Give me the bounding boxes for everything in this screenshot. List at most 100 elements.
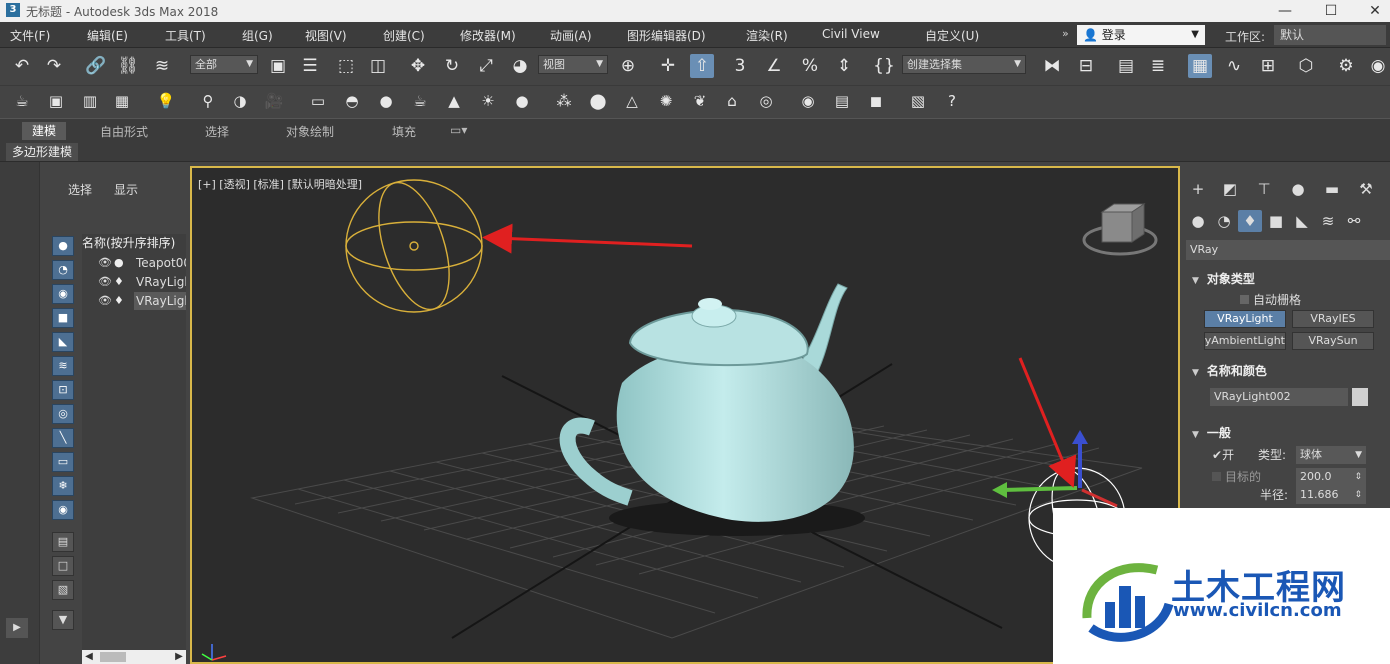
light-type-dropdown[interactable]: VRay xyxy=(1186,240,1390,260)
perspective-viewport[interactable]: [+] [透视] [标准] [默认明暗处理] xyxy=(190,166,1180,664)
menu-rendering[interactable]: 渲染(R) xyxy=(746,27,788,44)
align-icon[interactable]: ⊟ xyxy=(1074,54,1098,78)
rollout-general[interactable]: ▼ 一般 xyxy=(1192,424,1231,441)
menu-group[interactable]: 组(G) xyxy=(242,27,273,44)
vray-material-ball-icon[interactable]: ◉ xyxy=(796,89,820,113)
shapes-category-icon[interactable]: ◔ xyxy=(1212,210,1236,232)
scale-icon[interactable]: ⤢ xyxy=(474,54,498,78)
eye-icon[interactable]: 👁 xyxy=(98,292,112,310)
list-item[interactable]: 👁 ♦ VRayLight001 xyxy=(82,273,186,291)
filter-groups-icon[interactable]: ⊡ xyxy=(52,380,74,400)
vray-grid-icon[interactable]: ▦ xyxy=(110,89,134,113)
vray-tools-icon[interactable]: ▧ xyxy=(906,89,930,113)
keyboard-shortcut-override-icon[interactable]: ⇧ xyxy=(690,54,714,78)
vray-sphere-half-icon[interactable]: ◑ xyxy=(228,89,252,113)
object-color-swatch[interactable] xyxy=(1352,388,1368,406)
list-header[interactable]: 名称(按升序排序) xyxy=(82,234,186,252)
percent-snap-icon[interactable]: % xyxy=(798,54,822,78)
maximize-button[interactable]: ☐ xyxy=(1316,2,1346,20)
rendered-frame-window-icon[interactable]: ◉ xyxy=(1366,54,1390,78)
help-icon[interactable]: ? xyxy=(940,89,964,113)
vray-color-picker-icon[interactable]: ◼ xyxy=(864,89,888,113)
vray-dome-light-icon[interactable]: ◓ xyxy=(340,89,364,113)
create-tab-icon[interactable]: + xyxy=(1186,178,1210,200)
menu-modifiers[interactable]: 修改器(M) xyxy=(460,27,516,44)
mirror-icon[interactable]: ⧓ xyxy=(1040,54,1064,78)
menu-customize[interactable]: 自定义(U) xyxy=(925,27,979,44)
expand-panel-icon[interactable]: ▶ xyxy=(6,618,28,638)
polygon-modeling-label[interactable]: 多边形建模 xyxy=(6,143,79,161)
targeted-checkbox[interactable]: 目标的 xyxy=(1212,468,1261,485)
filter-hidden-icon[interactable]: ◉ xyxy=(52,500,74,520)
vray-vrmat-icon[interactable]: ◎ xyxy=(754,89,778,113)
tab-populate[interactable]: 填充 xyxy=(392,123,416,140)
angle-snap-icon[interactable]: ∠ xyxy=(762,54,786,78)
tab-select[interactable]: 选择 xyxy=(68,181,92,198)
filter-all-icon[interactable]: ▤ xyxy=(52,532,74,552)
viewport-label[interactable]: [+] [透视] [标准] [默认明暗处理] xyxy=(198,176,362,192)
bind-space-warp-icon[interactable]: ≋ xyxy=(150,54,174,78)
filter-containers-icon[interactable]: ▭ xyxy=(52,452,74,472)
rotate-icon[interactable]: ↻ xyxy=(440,54,464,78)
filter-shapes-icon[interactable]: ◔ xyxy=(52,260,74,280)
filter-invert-icon[interactable]: ▧ xyxy=(52,580,74,600)
filter-spacewarps-icon[interactable]: ≋ xyxy=(52,356,74,376)
on-checkbox[interactable]: ✔开 xyxy=(1212,446,1234,463)
spacewarps-category-icon[interactable]: ≋ xyxy=(1316,210,1340,232)
vray-sphere-light-icon[interactable]: ● xyxy=(374,89,398,113)
vray-sphere-fade-icon[interactable]: ✺ xyxy=(654,89,678,113)
tab-display[interactable]: 显示 xyxy=(114,181,138,198)
pivot-center-icon[interactable]: ⊕ xyxy=(616,54,640,78)
vray-proxy-icon[interactable]: ⬤ xyxy=(586,89,610,113)
curve-editor-icon[interactable]: ∿ xyxy=(1222,54,1246,78)
geometry-category-icon[interactable]: ● xyxy=(1186,210,1210,232)
filter-none-icon[interactable]: □ xyxy=(52,556,74,576)
tab-modeling[interactable]: 建模 xyxy=(22,122,67,140)
menu-graph-editors[interactable]: 图形编辑器(D) xyxy=(627,27,706,44)
render-setup-icon[interactable]: ⚙ xyxy=(1334,54,1358,78)
material-editor-icon[interactable]: ⬡ xyxy=(1294,54,1318,78)
menu-overflow-icon[interactable]: » xyxy=(1062,27,1069,40)
filter-helpers-icon[interactable]: ◣ xyxy=(52,332,74,352)
vrayambientlight-button[interactable]: VRayAmbientLight xyxy=(1204,332,1286,350)
lights-category-icon[interactable]: ♦ xyxy=(1238,210,1262,232)
helpers-category-icon[interactable]: ◣ xyxy=(1290,210,1314,232)
filter-frozen-icon[interactable]: ❄ xyxy=(52,476,74,496)
tab-freeform[interactable]: 自由形式 xyxy=(100,123,148,140)
vray-light-lister-icon[interactable]: 💡 xyxy=(154,89,178,113)
menu-civil-view[interactable]: Civil View xyxy=(822,27,880,41)
scroll-left-icon[interactable]: ◀ xyxy=(82,650,96,664)
menu-tools[interactable]: 工具(T) xyxy=(165,27,206,44)
vray-teapot-icon[interactable]: ☕ xyxy=(10,89,34,113)
vray-fur-icon[interactable]: ⁂ xyxy=(552,89,576,113)
vray-hdri-icon[interactable]: ⌂ xyxy=(720,89,744,113)
close-button[interactable]: ✕ xyxy=(1360,2,1390,20)
vraysun-button[interactable]: VRaySun xyxy=(1292,332,1374,350)
filter-xrefs-icon[interactable]: ◎ xyxy=(52,404,74,424)
radius-spinner[interactable]: 11.686 ⇕ xyxy=(1296,486,1366,504)
login-dropdown[interactable]: 👤 登录 ▼ xyxy=(1077,25,1205,45)
light-shape-dropdown[interactable]: 球体 ▼ xyxy=(1296,446,1366,464)
display-tab-icon[interactable]: ▬ xyxy=(1320,178,1344,200)
vray-frame-buffer-icon[interactable]: ▣ xyxy=(44,89,68,113)
link-icon[interactable]: 🔗 xyxy=(84,54,108,78)
utilities-tab-icon[interactable]: ⚒ xyxy=(1354,178,1378,200)
scroll-thumb[interactable] xyxy=(100,652,126,662)
tab-selection[interactable]: 选择 xyxy=(205,123,229,140)
ribbon-options-icon[interactable]: ▭▾ xyxy=(450,123,467,137)
scroll-right-icon[interactable]: ▶ xyxy=(172,650,186,664)
selection-filter-dropdown[interactable]: 全部 ▼ xyxy=(190,55,258,74)
list-item[interactable]: 👁 ♦ VRayLight002 xyxy=(82,292,186,310)
vray-mesh-export-icon[interactable]: ⚲ xyxy=(196,89,220,113)
auto-grid-checkbox[interactable]: 自动栅格 xyxy=(1240,291,1301,308)
hierarchy-tab-icon[interactable]: ⊤ xyxy=(1252,178,1276,200)
menu-file[interactable]: 文件(F) xyxy=(10,27,50,44)
reference-coordinate-dropdown[interactable]: 视图 ▼ xyxy=(538,55,608,74)
filter-bones-icon[interactable]: ╲ xyxy=(52,428,74,448)
schematic-view-icon[interactable]: ⊞ xyxy=(1256,54,1280,78)
filter-cameras-icon[interactable]: ■ xyxy=(52,308,74,328)
eye-icon[interactable]: 👁 xyxy=(98,254,112,272)
filter-geometry-icon[interactable]: ● xyxy=(52,236,74,256)
modify-tab-icon[interactable]: ◩ xyxy=(1218,178,1242,200)
snaps-toggle-icon[interactable]: 3 xyxy=(728,54,752,78)
